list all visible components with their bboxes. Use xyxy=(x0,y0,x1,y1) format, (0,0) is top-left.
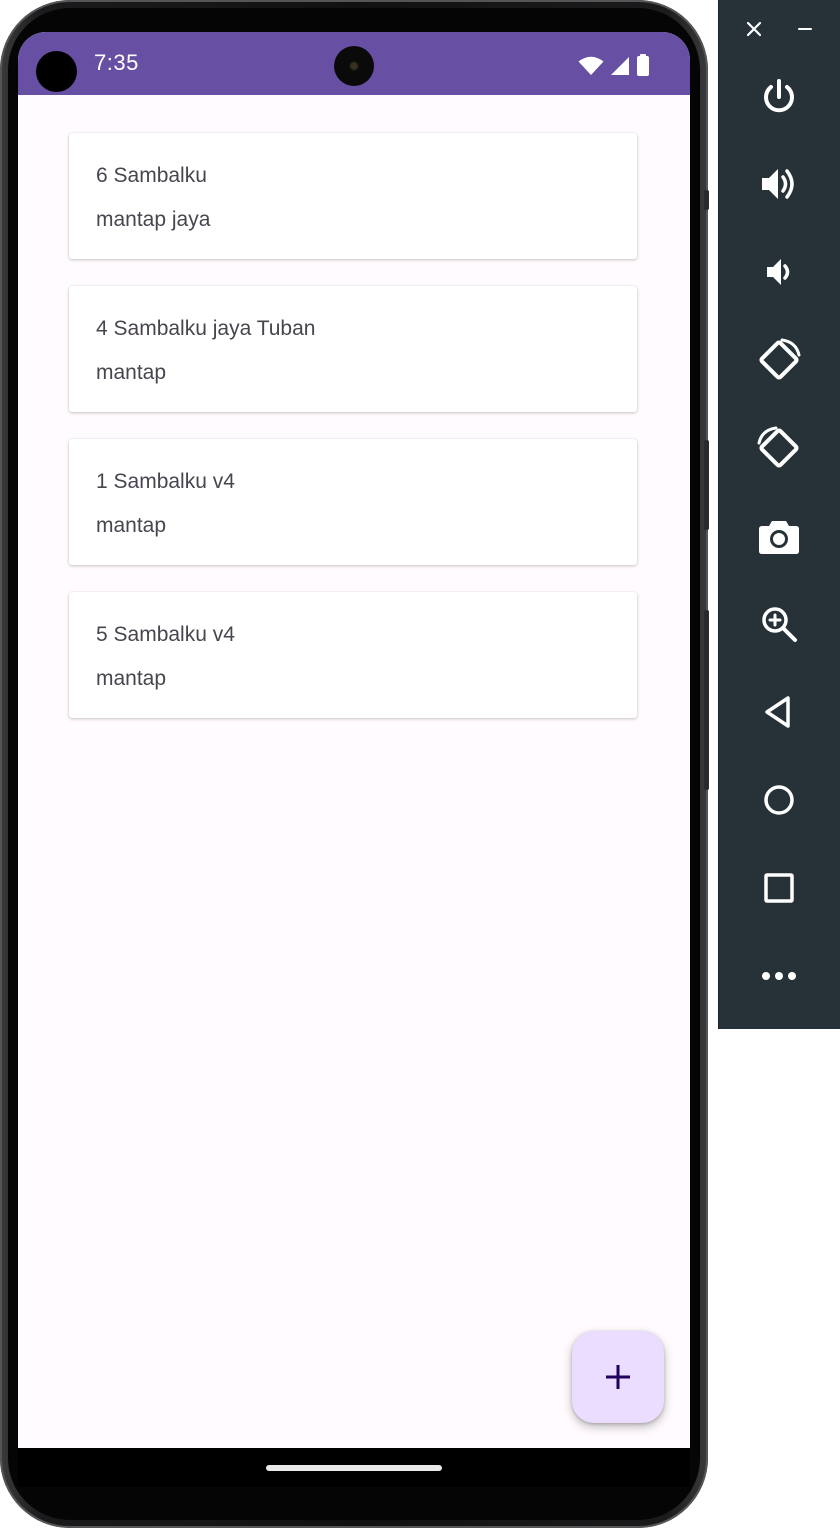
note-title: 5 Sambalku v4 xyxy=(96,623,235,646)
power-button[interactable] xyxy=(755,73,803,121)
rotate-left-button[interactable] xyxy=(755,336,803,384)
add-note-button[interactable] xyxy=(572,1331,664,1423)
home-button[interactable] xyxy=(755,776,803,824)
note-card[interactable]: 5 Sambalku v4 mantap xyxy=(69,592,637,718)
zoom-button[interactable] xyxy=(755,600,803,648)
back-button[interactable] xyxy=(755,688,803,736)
home-icon xyxy=(761,782,797,818)
screenshot-button[interactable] xyxy=(755,512,803,560)
note-card[interactable]: 4 Sambalku jaya Tuban mantap xyxy=(69,286,637,412)
wifi-icon xyxy=(578,56,604,76)
phone-side-button xyxy=(704,190,709,210)
notes-list: 6 Sambalku mantap jaya 4 Sambalku jaya T… xyxy=(69,133,637,745)
note-title: 1 Sambalku v4 xyxy=(96,470,235,493)
note-body: mantap xyxy=(96,514,167,537)
overview-icon xyxy=(761,870,797,906)
note-card[interactable]: 1 Sambalku v4 mantap xyxy=(69,439,637,565)
cell-signal-icon xyxy=(610,56,630,76)
note-body: mantap xyxy=(96,361,167,384)
volume-down-icon xyxy=(759,252,799,292)
rotate-right-icon xyxy=(756,425,802,471)
power-icon xyxy=(759,77,799,117)
window-controls xyxy=(719,14,840,46)
zoom-icon xyxy=(759,604,799,644)
camera-icon xyxy=(758,516,800,556)
rotate-left-icon xyxy=(756,337,802,383)
note-card[interactable]: 6 Sambalku mantap jaya xyxy=(69,133,637,259)
note-body: mantap jaya xyxy=(96,208,211,231)
navigation-bar xyxy=(18,1448,690,1487)
note-body: mantap xyxy=(96,667,167,690)
rotate-right-button[interactable] xyxy=(755,424,803,472)
overview-button[interactable] xyxy=(755,864,803,912)
camera-cutout xyxy=(36,51,77,92)
volume-up-icon xyxy=(759,164,799,204)
phone-screen: 7:35 6 Sambalku mantap jaya 4 Sambalku j… xyxy=(18,32,690,1487)
front-camera xyxy=(334,46,374,86)
minimize-icon[interactable] xyxy=(796,20,814,38)
emulator-toolbar xyxy=(718,0,840,1029)
status-time: 7:35 xyxy=(94,50,139,75)
status-bar: 7:35 xyxy=(18,32,690,95)
volume-down-button[interactable] xyxy=(755,248,803,296)
phone-side-button xyxy=(704,440,709,530)
back-icon xyxy=(761,694,797,730)
note-title: 4 Sambalku jaya Tuban xyxy=(96,317,316,340)
more-icon xyxy=(761,970,797,982)
note-title: 6 Sambalku xyxy=(96,164,207,187)
volume-up-button[interactable] xyxy=(755,160,803,208)
more-button[interactable] xyxy=(755,952,803,1000)
close-icon[interactable] xyxy=(745,20,763,38)
phone-side-button xyxy=(704,610,709,790)
plus-icon xyxy=(604,1363,632,1391)
battery-icon xyxy=(636,54,650,76)
status-icons xyxy=(578,52,650,76)
gesture-handle[interactable] xyxy=(266,1465,442,1471)
